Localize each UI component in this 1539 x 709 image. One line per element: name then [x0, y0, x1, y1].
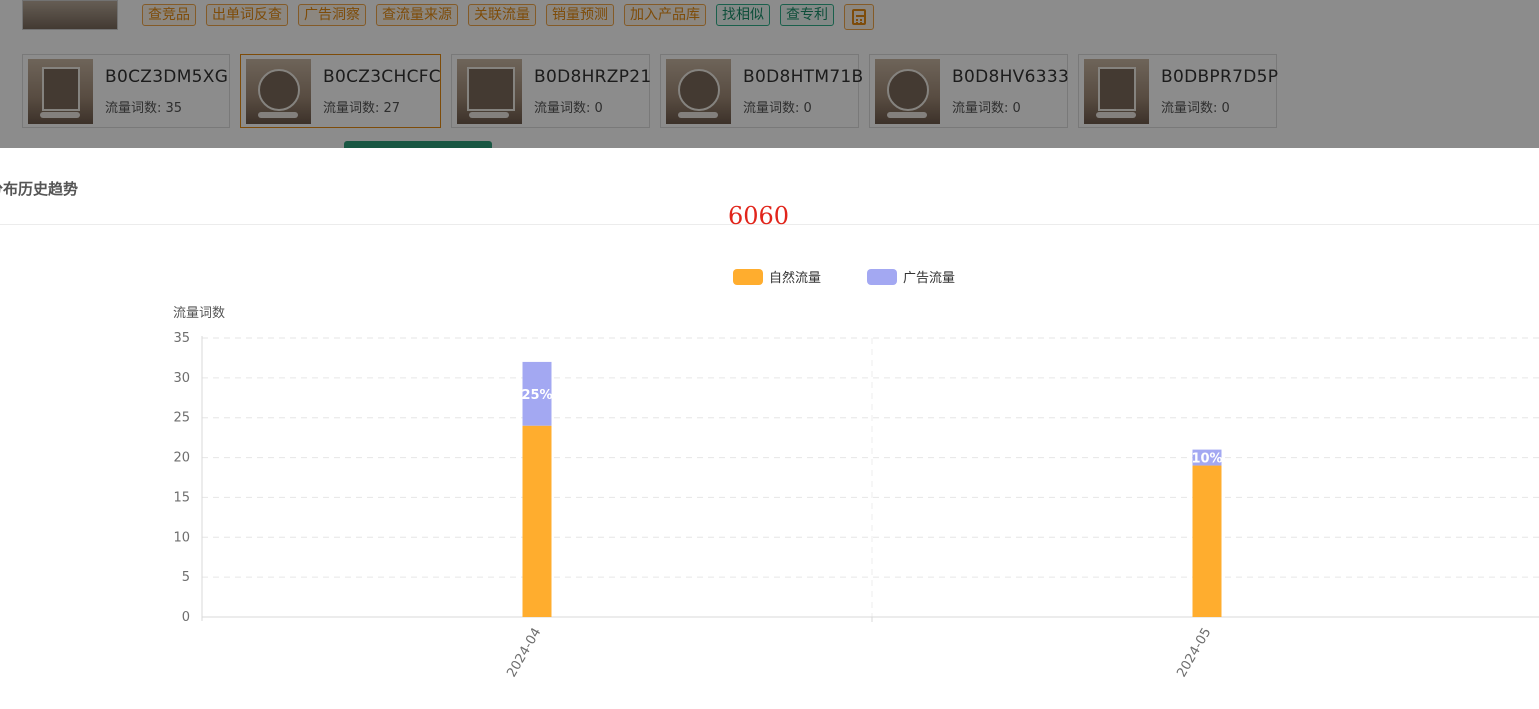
modal-backdrop[interactable]: [0, 0, 1539, 148]
x-tick-label: 2024-05: [1174, 626, 1214, 681]
traffic-bar-chart: 0 5 10 15 20 25 30 35 流量词数 25% 2024-04 10% 2024-05: [173, 306, 1539, 681]
y-tick-label: 5: [182, 570, 190, 585]
y-tick-label: 30: [173, 371, 190, 386]
y-tick-label: 35: [173, 331, 190, 346]
y-tick-label: 10: [173, 530, 190, 545]
y-axis-title: 流量词数: [173, 306, 225, 321]
bar-natural: [522, 425, 552, 617]
y-tick-label: 15: [173, 490, 190, 505]
y-tick-label: 0: [182, 610, 190, 625]
y-tick-label: 20: [173, 451, 190, 466]
y-tick-label: 25: [173, 411, 190, 426]
bar-percent-label: 10%: [1191, 452, 1222, 467]
bar-natural: [1192, 465, 1222, 617]
bar-percent-label: 25%: [521, 388, 552, 403]
x-tick-label: 2024-04: [504, 626, 544, 681]
